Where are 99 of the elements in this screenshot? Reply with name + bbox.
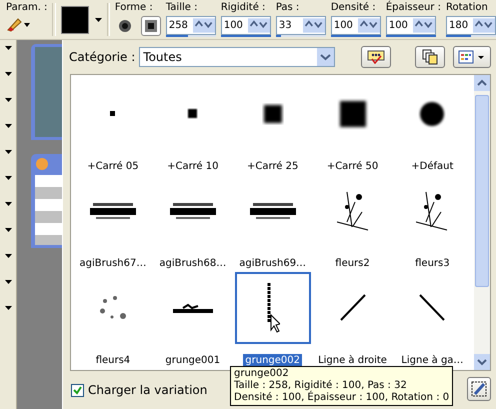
document-window[interactable] — [31, 154, 62, 248]
spinner-icon[interactable] — [248, 18, 270, 33]
caret-icon[interactable] — [4, 202, 12, 206]
brush-name: +Carré 05 — [86, 160, 140, 173]
scrollbar[interactable] — [474, 74, 490, 370]
brush-name: fleurs2 — [334, 256, 371, 270]
spinner-icon[interactable] — [358, 18, 380, 33]
caret-icon[interactable] — [4, 150, 12, 154]
caret-icon[interactable] — [4, 176, 12, 180]
number-field[interactable]: 33 — [276, 16, 326, 35]
caret-icon[interactable] — [4, 98, 12, 102]
brush-tile[interactable]: fleurs4 — [73, 272, 153, 369]
shape-button[interactable] — [140, 16, 161, 36]
brush-tile[interactable]: Ligne à droite — [312, 272, 392, 369]
brush-tile[interactable]: fleurs2 — [312, 174, 392, 272]
brush-preview-icon — [187, 108, 198, 120]
number-field[interactable]: 100 — [386, 16, 436, 35]
brush-name: +Carré 10 — [166, 160, 220, 173]
brush-options-button[interactable] — [361, 46, 392, 68]
caret-icon[interactable] — [4, 280, 12, 284]
param-label: Param. : — [6, 2, 48, 13]
field-label: Pas : — [276, 2, 300, 13]
scroll-up-icon[interactable] — [474, 74, 490, 91]
spinner-icon[interactable] — [302, 18, 325, 33]
number-field[interactable]: 100 — [220, 16, 271, 35]
brush-tile[interactable]: agiBrush69… — [232, 174, 313, 272]
brush-tile[interactable]: +Carré 05 — [73, 78, 153, 175]
brush-name: fleurs4 — [94, 354, 132, 367]
brush-tile[interactable]: agiBrush67… — [73, 174, 153, 272]
copy-button[interactable] — [415, 46, 446, 68]
brush-name: Ligne à ga… — [400, 354, 464, 367]
brush-name: agiBrush69… — [238, 256, 308, 270]
brush-tile[interactable]: +Carré 10 — [152, 78, 233, 175]
brush-tile[interactable]: +Défaut — [392, 78, 472, 175]
scroll-down-icon[interactable] — [474, 354, 490, 370]
spinner-icon[interactable] — [192, 18, 215, 33]
spinner-icon[interactable] — [472, 18, 495, 33]
field-label: Taille : — [166, 2, 198, 13]
brush-name: agiBrush67… — [78, 256, 148, 270]
category-dropdown[interactable]: Toutes — [139, 46, 336, 67]
brush-preview-icon — [90, 202, 136, 219]
view-menu-button[interactable] — [453, 46, 492, 68]
brush-edit-button[interactable] — [467, 377, 492, 401]
category-label: Catégorie : — [69, 50, 136, 64]
brush-name: grunge001 — [164, 354, 222, 367]
brush-name: +Carré 25 — [246, 160, 300, 173]
brush-preview-icon — [340, 294, 366, 322]
grid-view-icon — [458, 50, 486, 64]
brush-tile[interactable]: Ligne à ga… — [392, 272, 472, 369]
brush-preview-icon — [100, 296, 126, 320]
tooltip-line: Densité : 100, Épaisseur : 100, Rotation : 0 — [234, 392, 450, 404]
brush-tile[interactable]: +Carré 25 — [232, 78, 313, 175]
caret-icon[interactable] — [4, 306, 12, 310]
field-label: Rotation — [446, 2, 489, 13]
copy-icon — [422, 48, 438, 65]
transparent-canvas — [35, 175, 62, 245]
checkbox-label: Charger la variation — [88, 383, 208, 398]
brush-tile[interactable]: fleurs3 — [392, 174, 472, 272]
caret-icon[interactable] — [4, 254, 12, 258]
brush-icon — [471, 381, 488, 397]
brush-preview-icon — [418, 100, 446, 128]
field-label: Épaisseur : — [386, 2, 441, 13]
brush-name: grunge002 — [243, 354, 302, 367]
brush-tile[interactable]: grunge001 — [152, 272, 233, 369]
number-field[interactable]: 258 — [166, 16, 216, 35]
checklist-icon — [367, 50, 386, 64]
brush-preview-icon — [336, 190, 368, 231]
tooltip-line: grunge002 — [234, 368, 290, 380]
checkbox[interactable] — [71, 384, 84, 397]
shape-label: Forme : — [114, 2, 154, 13]
color-swatch[interactable] — [60, 6, 89, 34]
brush-name: agiBrush68… — [158, 256, 228, 270]
tooltip-line: Taille : 258, Rigidité : 100, Pas : 32 — [234, 380, 408, 391]
brush-preview-icon — [266, 282, 280, 333]
spinner-icon[interactable] — [412, 18, 435, 33]
eraser-icon[interactable] — [6, 16, 30, 32]
brush-preview-icon — [250, 202, 296, 219]
caret-icon[interactable] — [94, 18, 102, 22]
caret-icon[interactable] — [4, 46, 12, 50]
caret-icon[interactable] — [4, 72, 12, 76]
field-label: Densité : — [330, 2, 377, 13]
scrollbar-thumb[interactable] — [475, 94, 490, 287]
caret-icon[interactable] — [4, 228, 12, 232]
brush-name: Ligne à droite — [317, 354, 388, 367]
brush-name: +Défaut — [410, 160, 454, 173]
brush-preview-icon — [419, 294, 446, 322]
number-field[interactable]: 180 — [446, 16, 496, 35]
brush-preview-icon — [172, 302, 213, 313]
number-field[interactable]: 100 — [330, 16, 381, 35]
brush-name: +Carré 50 — [326, 160, 380, 173]
field-label: Rigidité : — [220, 2, 266, 13]
brush-tile[interactable]: agiBrush68… — [152, 174, 233, 272]
brush-preview-icon — [170, 202, 216, 219]
brush-preview-icon — [416, 190, 448, 231]
app-icon — [35, 157, 49, 171]
caret-icon[interactable] — [4, 124, 12, 128]
brush-name: fleurs3 — [414, 256, 451, 270]
brush-tile[interactable]: +Carré 50 — [312, 78, 392, 175]
brush-preview-icon — [110, 111, 116, 116]
